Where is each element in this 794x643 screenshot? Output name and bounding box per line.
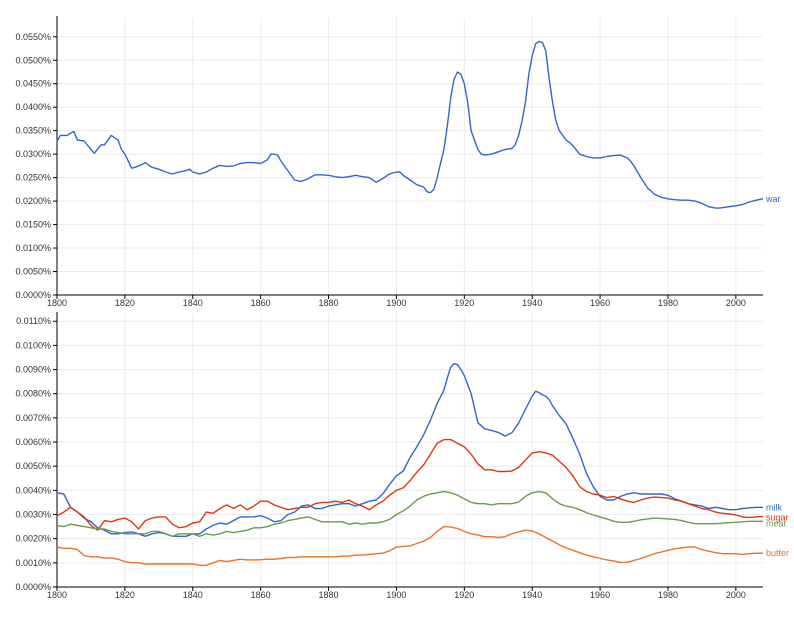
x-tick-label: 1980	[658, 298, 678, 308]
y-tick-label: 0.0070%	[15, 413, 51, 423]
x-tick-label: 1840	[183, 590, 203, 600]
x-tick-label: 1880	[319, 590, 339, 600]
series-label-milk: milk	[766, 502, 782, 512]
x-tick-label: 1900	[386, 590, 406, 600]
x-tick-label: 1980	[658, 590, 678, 600]
x-tick-label: 1940	[522, 298, 542, 308]
y-tick-label: 0.0110%	[16, 316, 51, 326]
y-tick-label: 0.0350%	[15, 126, 51, 136]
y-tick-label: 0.0000%	[15, 582, 51, 592]
y-tick-label: 0.0050%	[15, 267, 51, 277]
x-tick-label: 1920	[454, 298, 474, 308]
series-label-war: war	[765, 194, 781, 204]
y-tick-label: 0.0040%	[15, 485, 51, 495]
y-tick-label: 0.0100%	[15, 340, 51, 350]
y-tick-label: 0.0020%	[15, 534, 51, 544]
x-tick-label: 1800	[47, 298, 67, 308]
y-tick-label: 0.0080%	[15, 389, 51, 399]
x-tick-label: 1940	[522, 590, 542, 600]
ngram-charts: 0.0000% 0.0050% 0.0100% 0.0150% 0.0200% 0.025…	[15, 16, 789, 600]
y-tick-label: 0.0090%	[15, 365, 51, 375]
x-tick-label: 1800	[47, 590, 67, 600]
x-tick-label: 2000	[726, 298, 746, 308]
y-tick-label: 0.0250%	[15, 173, 51, 183]
x-tick-label: 1920	[454, 590, 474, 600]
x-tick-label: 1960	[590, 298, 610, 308]
y-tick-label: 0.0000%	[15, 290, 51, 300]
series-label-meat: meat	[766, 518, 787, 528]
y-tick-label: 0.0550%	[15, 32, 51, 42]
y-tick-label: 0.0450%	[15, 79, 51, 89]
x-tick-label: 1960	[590, 590, 610, 600]
y-tick-label: 0.0010%	[15, 558, 51, 568]
y-tick-label: 0.0150%	[15, 220, 51, 230]
y-tick-label: 0.0060%	[15, 437, 51, 447]
y-tick-label: 0.0400%	[15, 102, 51, 112]
y-tick-label: 0.0200%	[15, 196, 51, 206]
series-line-meat	[56, 490, 763, 537]
x-tick-label: 1860	[251, 590, 271, 600]
series-line-milk	[56, 362, 763, 537]
x-tick-label: 1820	[115, 298, 135, 308]
x-tick-label: 1820	[115, 590, 135, 600]
war-chart: 0.0000% 0.0050% 0.0100% 0.0150% 0.0200% 0.025…	[15, 16, 781, 308]
series-line-war	[56, 40, 764, 209]
x-tick-label: 1900	[386, 298, 406, 308]
x-tick-label: 1860	[251, 298, 271, 308]
series-line-sugar	[56, 438, 764, 531]
y-tick-label: 0.0300%	[15, 149, 51, 159]
y-tick-label: 0.0050%	[15, 461, 51, 471]
series-label-butter: butter	[766, 548, 789, 558]
x-tick-label: 1840	[183, 298, 203, 308]
food-chart: 0.0000% 0.0010% 0.0020% 0.0030% 0.0040% 0.005…	[15, 312, 789, 600]
y-tick-label: 0.0500%	[15, 55, 51, 65]
x-tick-label: 2000	[726, 590, 746, 600]
y-tick-label: 0.0100%	[15, 243, 51, 253]
x-tick-label: 1880	[319, 298, 339, 308]
y-tick-label: 0.0030%	[15, 510, 51, 520]
